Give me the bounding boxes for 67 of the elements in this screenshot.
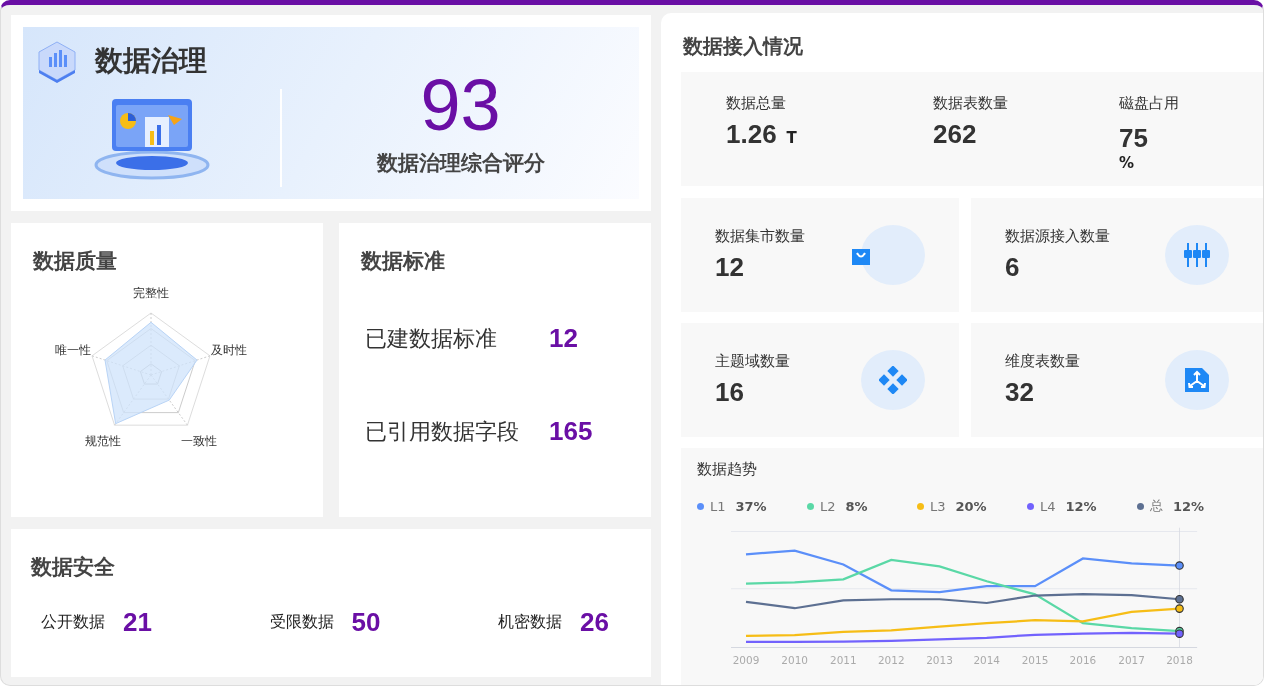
legend-label: L3 [930,498,946,514]
stat-value: 12 [715,252,745,283]
section-title: 数据治理 [95,43,207,79]
unit-label: % [1119,154,1136,172]
section-title: 数据标准 [361,248,446,275]
year-label: 2017 [1118,653,1145,666]
year-label: 2016 [1069,653,1097,666]
legend-label: L2 [820,498,836,514]
stat-value: 6 [1005,252,1021,283]
axis-label: 一致性 [181,434,218,449]
legend-value: 37% [735,498,767,514]
stat-value: 1.26 [726,119,777,150]
stat-label: 机密数据 [498,612,563,633]
legend-label: L1 [710,498,726,514]
legend-value: 8% [845,498,868,514]
cube-chart-icon [35,39,79,83]
year-label: 2018 [1166,653,1193,666]
axis-label: 规范性 [84,434,121,449]
stat-label: 数据源接入数量 [1005,227,1110,246]
end-point-marker [1175,561,1184,570]
stat-value: 21 [123,607,152,638]
end-point-marker [1175,594,1184,604]
stat-label: 主题域数量 [715,352,790,371]
axis-label: 完整性 [133,286,169,301]
year-label: 2009 [732,653,760,666]
year-label: 2015 [1021,653,1049,666]
stat-value: 16 [715,377,745,408]
stat-value: 165 [549,416,593,447]
stat-label: 维度表数量 [1005,352,1080,371]
stat-label: 已引用数据字段 [365,417,520,446]
share-document-icon [1184,367,1210,393]
stat-label: 数据表数量 [933,94,1009,113]
legend-value: 20% [955,498,987,514]
chart-title: 数据趋势 [697,460,758,479]
section-title: 数据接入情况 [683,33,804,60]
legend-label: L4 [1040,498,1056,514]
year-label: 2014 [973,653,1001,666]
legend-label: 总 [1150,497,1163,515]
end-point-marker [1175,629,1184,638]
stat-label: 数据总量 [726,94,787,113]
stat-value: 32 [1005,377,1035,408]
stat-value: 26 [580,607,609,638]
stat-value: 262 [933,119,977,150]
year-label: 2011 [830,653,857,666]
axis-label: 唯一性 [55,342,92,357]
legend-value: 12% [1065,498,1097,514]
stat-value: 75 [1119,123,1149,154]
section-title: 数据安全 [31,554,116,581]
stat-label: 数据集市数量 [715,227,805,246]
stat-label: 公开数据 [41,612,105,633]
section-title: 数据质量 [33,248,118,275]
stat-value: 12 [549,323,578,354]
score-value: 93 [420,69,501,141]
end-point-marker [1175,604,1184,613]
year-label: 2012 [877,653,905,666]
stat-label: 已建数据标准 [365,324,498,353]
axis-label: 及时性 [210,342,247,357]
plugs-icon [1183,241,1211,269]
diamonds-icon [879,366,907,394]
year-label: 2010 [781,653,808,666]
stat-label: 磁盘占用 [1119,94,1179,113]
stat-value: 50 [351,607,381,638]
stat-label: 受限数据 [269,612,334,633]
year-label: 2013 [926,653,953,666]
unit-label: T [786,129,797,147]
score-label: 数据治理综合评分 [376,150,545,177]
legend-value: 12% [1173,498,1205,514]
